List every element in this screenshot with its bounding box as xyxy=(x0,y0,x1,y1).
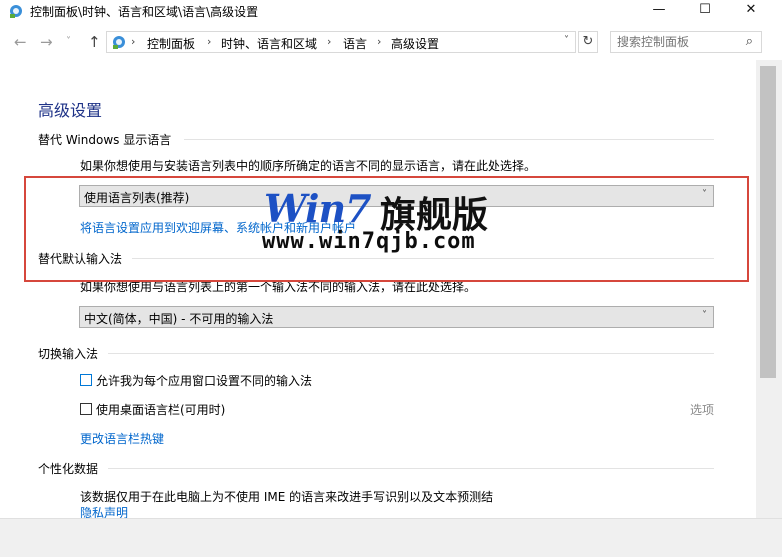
breadcrumb-clock-language-region[interactable]: 时钟、语言和区域 xyxy=(221,35,317,52)
address-dropdown-icon[interactable]: ˅ xyxy=(564,35,569,46)
privacy-statement-link[interactable]: 隐私声明 xyxy=(80,504,128,518)
control-panel-icon xyxy=(113,36,125,49)
main-content: 高级设置 替代 Windows 显示语言 如果你想使用与安装语言列表中的顺序所确… xyxy=(0,60,756,518)
page-title: 高级设置 xyxy=(38,101,103,120)
refresh-icon[interactable]: ↻ xyxy=(578,31,598,53)
section-heading-switch-input: 切换输入法 xyxy=(38,347,99,361)
breadcrumb-separator: › xyxy=(377,35,382,48)
language-bar-options-link[interactable]: 选项 xyxy=(690,401,714,418)
default-input-select[interactable]: 中文(简体，中国) - 不可用的输入法 ˅ xyxy=(79,306,714,328)
up-arrow-icon[interactable]: ↑ xyxy=(88,33,101,51)
close-button[interactable]: ✕ xyxy=(728,0,774,22)
breadcrumb-separator: › xyxy=(131,35,136,48)
default-input-value: 中文(简体，中国) - 不可用的输入法 xyxy=(84,312,274,326)
vertical-scrollbar[interactable] xyxy=(756,60,782,518)
breadcrumb-control-panel[interactable]: 控制面板 xyxy=(147,35,195,52)
section-heading-personalization: 个性化数据 xyxy=(38,462,99,476)
watermark-url: www.win7qjb.com xyxy=(262,229,476,254)
bottom-bar xyxy=(0,518,782,557)
breadcrumb-separator: › xyxy=(327,35,332,48)
per-app-input-checkbox[interactable] xyxy=(80,374,92,386)
breadcrumb-advanced-settings[interactable]: 高级设置 xyxy=(391,35,439,52)
personalization-description: 该数据仅用于在此电脑上为不使用 IME 的语言来改进手写识别以及文本预测结 xyxy=(80,490,494,504)
navigation-bar: ← → ˅ ↑ › 控制面板 › 时钟、语言和区域 › 语言 › 高级设置 ˅ … xyxy=(0,28,782,56)
maximize-button[interactable]: ☐ xyxy=(682,0,728,22)
search-box[interactable]: ⌕ xyxy=(610,31,762,53)
address-box[interactable]: › 控制面板 › 时钟、语言和区域 › 语言 › 高级设置 ˅ xyxy=(106,31,576,53)
section-heading-display-language: 替代 Windows 显示语言 xyxy=(38,133,172,147)
breadcrumb-language[interactable]: 语言 xyxy=(343,35,367,52)
control-panel-icon xyxy=(10,5,22,18)
section-divider xyxy=(184,139,714,140)
search-input[interactable] xyxy=(617,35,737,49)
title-bar: 控制面板\时钟、语言和区域\语言\高级设置 — ☐ ✕ xyxy=(0,0,782,22)
minimize-button[interactable]: — xyxy=(636,0,682,22)
bottom-fade xyxy=(490,480,756,518)
forward-arrow-icon[interactable]: → xyxy=(40,33,53,51)
watermark-brand: Win7 xyxy=(264,186,372,231)
window-title: 控制面板\时钟、语言和区域\语言\高级设置 xyxy=(30,5,259,19)
section-divider xyxy=(108,468,714,469)
section-divider xyxy=(108,353,714,354)
scrollbar-thumb[interactable] xyxy=(760,66,776,378)
display-language-description: 如果你想使用与安装语言列表中的顺序所确定的语言不同的显示语言，请在此处选择。 xyxy=(80,159,537,173)
change-hotkeys-link[interactable]: 更改语言栏热键 xyxy=(80,430,164,447)
breadcrumb-separator: › xyxy=(207,35,212,48)
language-bar-checkbox[interactable] xyxy=(80,403,92,415)
search-icon[interactable]: ⌕ xyxy=(746,34,753,49)
chevron-down-icon: ˅ xyxy=(702,310,707,321)
recent-locations-chevron-icon[interactable]: ˅ xyxy=(66,36,71,47)
per-app-input-label[interactable]: 允许我为每个应用窗口设置不同的输入法 xyxy=(96,372,312,389)
language-bar-label[interactable]: 使用桌面语言栏(可用时) xyxy=(96,401,225,418)
back-arrow-icon[interactable]: ← xyxy=(14,33,27,51)
